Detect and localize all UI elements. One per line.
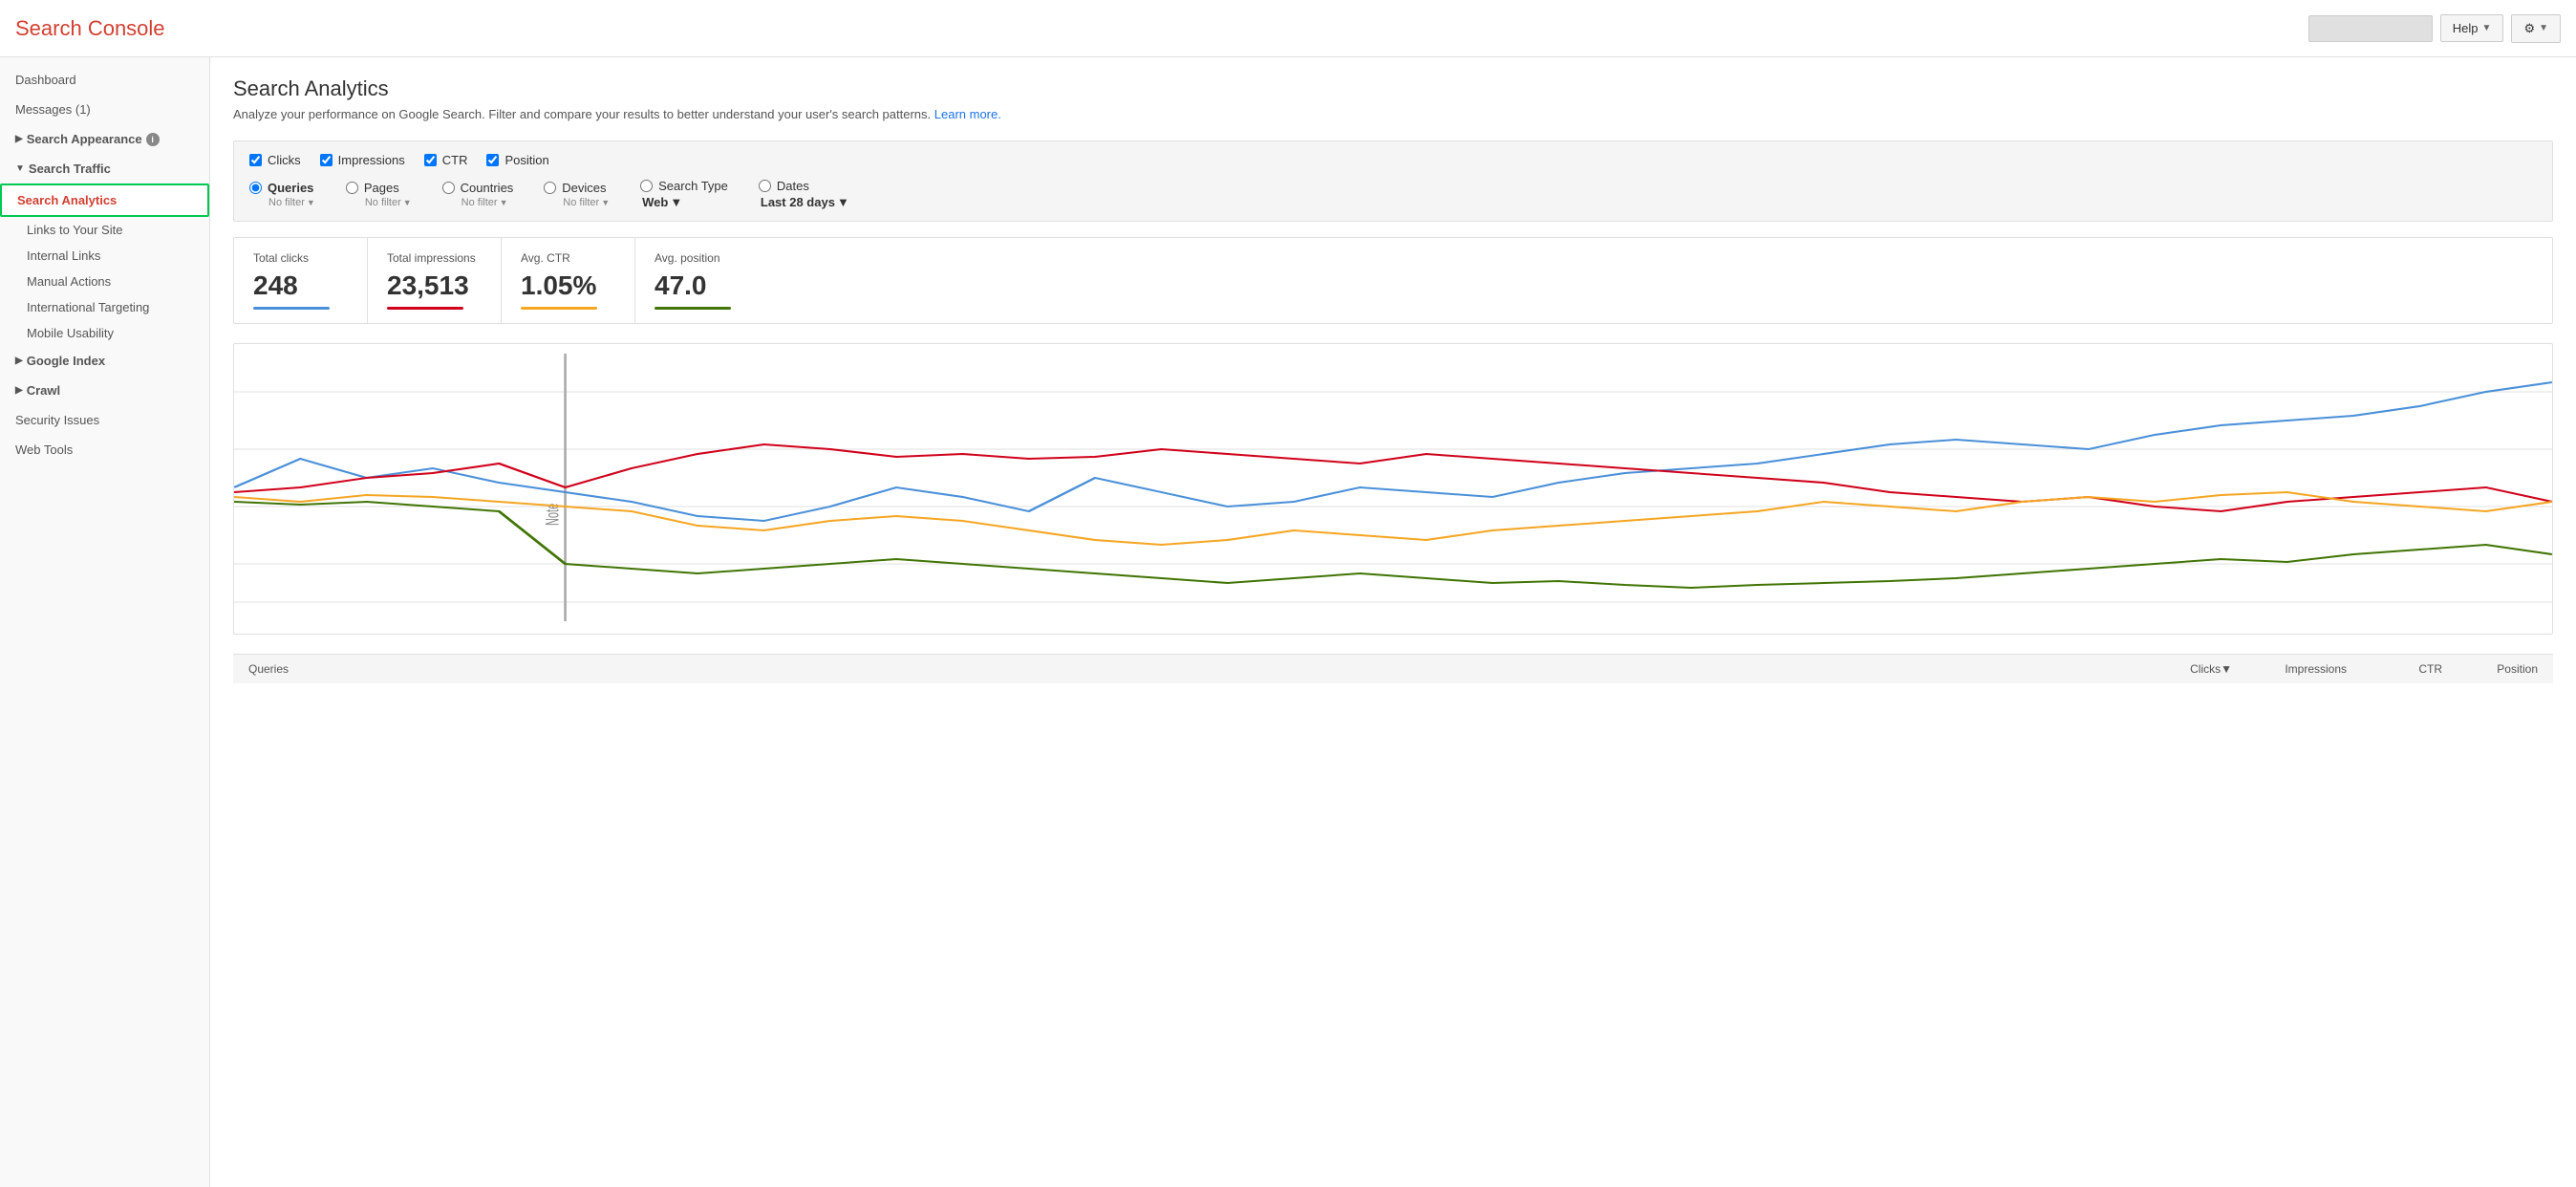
dates-value[interactable]: Last 28 days ▼ (759, 195, 849, 209)
stat-bar-red (387, 307, 463, 310)
stats-row: Total clicks 248 Total impressions 23,51… (233, 237, 2553, 324)
filter-row-checkboxes: Clicks Impressions CTR Position (249, 153, 2537, 167)
header: Search Console Help ▼ ⚙ ▼ (0, 0, 2576, 57)
sidebar-item-mobile-usability[interactable]: Mobile Usability (0, 320, 209, 346)
checkbox-clicks[interactable]: Clicks (249, 153, 301, 167)
stat-label: Avg. CTR (521, 251, 615, 265)
checkbox-ctr[interactable]: CTR (424, 153, 468, 167)
stat-value: 248 (253, 270, 348, 301)
stat-bar-green (655, 307, 731, 310)
sidebar-section-google-index[interactable]: ▶ Google Index (0, 346, 209, 376)
col-header-position[interactable]: Position (2442, 662, 2538, 676)
expand-icon: ▶ (15, 356, 23, 366)
radio-queries[interactable]: Queries (249, 181, 315, 195)
layout: Dashboard Messages (1) ▶ Search Appearan… (0, 57, 2576, 1187)
gear-icon: ⚙ (2523, 21, 2535, 36)
sidebar-item-internal-links[interactable]: Internal Links (0, 243, 209, 269)
countries-filter[interactable]: No filter ▼ (442, 197, 514, 208)
devices-filter[interactable]: No filter ▼ (544, 197, 610, 208)
stat-total-clicks[interactable]: Total clicks 248 (234, 238, 368, 323)
radio-group-devices: Devices No filter ▼ (544, 181, 610, 208)
chevron-down-icon: ▼ (2539, 23, 2548, 33)
help-button[interactable]: Help ▼ (2440, 14, 2504, 42)
radio-group-countries: Countries No filter ▼ (442, 181, 514, 208)
sidebar-section-search-appearance[interactable]: ▶ Search Appearance i (0, 124, 209, 154)
checkbox-position[interactable]: Position (486, 153, 548, 167)
col-header-ctr[interactable]: CTR (2347, 662, 2442, 676)
stat-value: 23,513 (387, 270, 482, 301)
radio-group-queries: Queries No filter ▼ (249, 181, 315, 208)
learn-more-link[interactable]: Learn more. (934, 107, 1001, 121)
chevron-down-icon: ▼ (601, 198, 610, 207)
checkbox-impressions[interactable]: Impressions (320, 153, 405, 167)
filter-row-radios: Queries No filter ▼ Pages No filter ▼ (249, 179, 2537, 209)
dates-label: Dates (759, 179, 849, 193)
radio-search-type[interactable] (640, 180, 653, 192)
chevron-down-icon: ▼ (500, 198, 508, 207)
pages-filter[interactable]: No filter ▼ (346, 197, 412, 208)
header-right: Help ▼ ⚙ ▼ (2308, 14, 2561, 43)
sidebar-item-search-analytics[interactable]: Search Analytics (0, 183, 209, 217)
chevron-down-icon: ▼ (2482, 23, 2492, 33)
col-header-clicks[interactable]: Clicks▼ (2117, 662, 2232, 676)
expand-icon: ▶ (15, 134, 23, 144)
search-type-value[interactable]: Web ▼ (640, 195, 728, 209)
stat-label: Avg. position (655, 251, 750, 265)
stat-label: Total clicks (253, 251, 348, 265)
sidebar-item-security-issues[interactable]: Security Issues (0, 405, 209, 435)
radio-countries[interactable]: Countries (442, 181, 514, 195)
sidebar-section-search-traffic[interactable]: ▼ Search Traffic (0, 154, 209, 183)
sidebar-item-manual-actions[interactable]: Manual Actions (0, 269, 209, 294)
page-title: Search Analytics (233, 76, 2553, 101)
collapse-icon: ▼ (15, 163, 25, 174)
col-header-queries[interactable]: Queries (248, 662, 2117, 676)
search-type-group: Search Type Web ▼ (640, 179, 728, 209)
table-header: Queries Clicks▼ Impressions CTR Position (233, 654, 2553, 683)
radio-pages[interactable]: Pages (346, 181, 412, 195)
sidebar-item-international-targeting[interactable]: International Targeting (0, 294, 209, 320)
chevron-down-icon: ▼ (837, 195, 849, 209)
sidebar-item-dashboard[interactable]: Dashboard (0, 65, 209, 95)
dates-group: Dates Last 28 days ▼ (759, 179, 849, 209)
filter-bar: Clicks Impressions CTR Position Quer (233, 140, 2553, 222)
account-selector[interactable] (2308, 15, 2433, 42)
page-subtitle: Analyze your performance on Google Searc… (233, 107, 2553, 121)
chart-container: Note (233, 343, 2553, 635)
sidebar-item-messages[interactable]: Messages (1) (0, 95, 209, 124)
stat-value: 1.05% (521, 270, 615, 301)
stat-avg-ctr[interactable]: Avg. CTR 1.05% (502, 238, 635, 323)
radio-devices[interactable]: Devices (544, 181, 610, 195)
chevron-down-icon: ▼ (670, 195, 682, 209)
stat-bar-orange (521, 307, 597, 310)
stat-label: Total impressions (387, 251, 482, 265)
line-chart: Note (234, 354, 2552, 621)
radio-group-pages: Pages No filter ▼ (346, 181, 412, 208)
sidebar-item-links-to-site[interactable]: Links to Your Site (0, 217, 209, 243)
stat-total-impressions[interactable]: Total impressions 23,513 (368, 238, 502, 323)
chevron-down-icon: ▼ (403, 198, 412, 207)
search-type-label: Search Type (640, 179, 728, 193)
stat-avg-position[interactable]: Avg. position 47.0 (635, 238, 769, 323)
sidebar-item-web-tools[interactable]: Web Tools (0, 435, 209, 464)
sidebar: Dashboard Messages (1) ▶ Search Appearan… (0, 57, 210, 1187)
app-title: Search Console (15, 16, 165, 41)
stat-value: 47.0 (655, 270, 750, 301)
chevron-down-icon: ▼ (307, 198, 315, 207)
expand-icon: ▶ (15, 385, 23, 396)
stat-bar-blue (253, 307, 330, 310)
queries-filter[interactable]: No filter ▼ (249, 197, 315, 208)
info-icon: i (146, 133, 160, 146)
radio-dates[interactable] (759, 180, 771, 192)
sidebar-section-crawl[interactable]: ▶ Crawl (0, 376, 209, 405)
col-header-impressions[interactable]: Impressions (2232, 662, 2347, 676)
main-content: Search Analytics Analyze your performanc… (210, 57, 2576, 1187)
settings-button[interactable]: ⚙ ▼ (2511, 14, 2561, 43)
